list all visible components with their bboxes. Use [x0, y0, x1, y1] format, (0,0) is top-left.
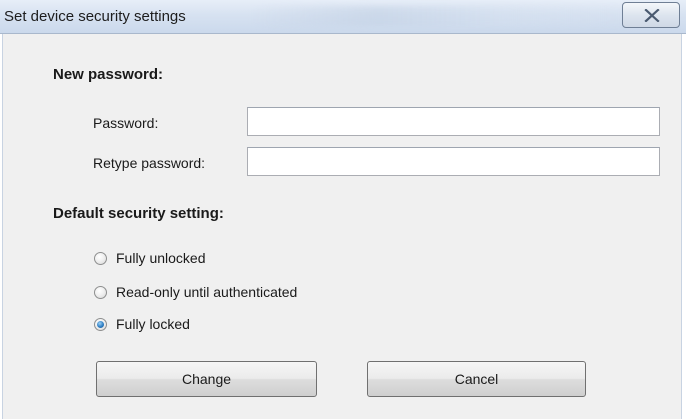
- radio-label: Fully locked: [116, 316, 190, 332]
- dialog-window: Set device security settings New passwor…: [0, 0, 686, 419]
- radio-label: Read-only until authenticated: [116, 284, 298, 300]
- radio-label: Fully unlocked: [116, 250, 206, 266]
- password-input[interactable]: [247, 107, 660, 136]
- title-bar-glass: [250, 6, 670, 26]
- window-title: Set device security settings: [4, 8, 186, 25]
- radio-button-icon[interactable]: [94, 251, 107, 265]
- radio-read-only[interactable]: Read-only until authenticated: [94, 281, 297, 303]
- radio-fully-locked[interactable]: Fully locked: [94, 313, 190, 335]
- close-x-icon: [644, 9, 660, 22]
- cancel-button[interactable]: Cancel: [367, 361, 586, 397]
- default-security-heading: Default security setting:: [53, 205, 224, 222]
- title-bar[interactable]: Set device security settings: [0, 0, 686, 34]
- password-label: Password:: [93, 115, 159, 131]
- change-button[interactable]: Change: [96, 361, 317, 397]
- retype-password-input[interactable]: [247, 147, 660, 176]
- radio-fully-unlocked[interactable]: Fully unlocked: [94, 247, 206, 269]
- retype-password-label: Retype password:: [93, 155, 206, 171]
- radio-button-selected-icon[interactable]: [94, 317, 107, 331]
- radio-button-icon[interactable]: [94, 285, 107, 299]
- new-password-heading: New password:: [53, 66, 164, 83]
- dialog-body: New password: Password: Retype password:…: [2, 34, 682, 419]
- close-button[interactable]: [622, 2, 680, 28]
